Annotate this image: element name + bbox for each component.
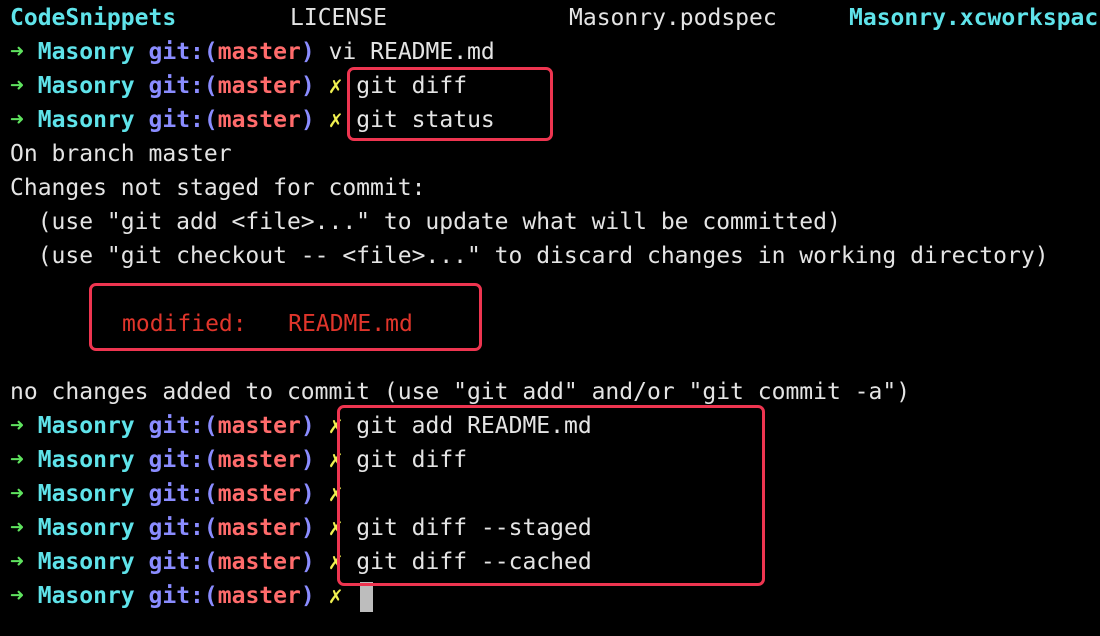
prompt-dir: Masonry: [37, 73, 135, 99]
prompt-branch: master: [217, 447, 301, 473]
prompt-dir: Masonry: [37, 107, 135, 133]
prompt-dir: Masonry: [37, 481, 135, 507]
prompt-arrow-icon: ➜: [10, 107, 24, 133]
prompt-git-label: git:(: [148, 413, 218, 439]
output-line: no changes added to commit (use "git add…: [10, 379, 911, 405]
output-line: On branch master: [10, 141, 232, 167]
prompt-line: ➜ Masonry git:(master) ✗ git diff --cach…: [10, 545, 592, 579]
ls-item-xcworkspace: Masonry.xcworkspac: [849, 5, 1099, 31]
prompt-branch: master: [217, 73, 301, 99]
dirty-indicator-icon: ✗: [328, 549, 343, 575]
prompt-dir: Masonry: [37, 583, 135, 609]
prompt-arrow-icon: ➜: [10, 549, 24, 575]
prompt-git-close: ): [300, 107, 315, 133]
prompt-git-close: ): [300, 73, 315, 99]
ls-output-row: CodeSnippets LICENSE Masonry.podspec Mas…: [0, 1, 1100, 35]
prompt-dir: Masonry: [37, 39, 135, 65]
prompt-git-close: ): [300, 515, 315, 541]
prompt-arrow-icon: ➜: [10, 583, 24, 609]
prompt-git-label: git:(: [148, 107, 218, 133]
prompt-dir: Masonry: [37, 413, 135, 439]
terminal-window[interactable]: CodeSnippets LICENSE Masonry.podspec Mas…: [0, 0, 1100, 636]
command-text: git status: [356, 107, 495, 133]
prompt-branch: master: [217, 515, 301, 541]
command-text: git diff --staged: [356, 515, 592, 541]
prompt-branch: master: [217, 583, 301, 609]
prompt-git-label: git:(: [148, 583, 218, 609]
command-text: git diff: [356, 73, 468, 99]
prompt-branch: master: [217, 549, 301, 575]
ls-item-codesnippets: CodeSnippets: [10, 5, 177, 31]
prompt-arrow-icon: ➜: [10, 515, 24, 541]
prompt-git-label: git:(: [148, 549, 218, 575]
prompt-arrow-icon: ➜: [10, 447, 24, 473]
prompt-line: ➜ Masonry git:(master) ✗ git diff --stag…: [10, 511, 592, 545]
output-line: (use "git add <file>..." to update what …: [10, 209, 841, 235]
prompt-line: ➜ Masonry git:(master) ✗ git status: [10, 103, 495, 137]
prompt-branch: master: [217, 413, 301, 439]
prompt-git-close: ): [300, 413, 315, 439]
prompt-git-label: git:(: [148, 515, 218, 541]
prompt-arrow-icon: ➜: [10, 413, 24, 439]
prompt-line: ➜ Masonry git:(master) ✗ git diff: [10, 69, 467, 103]
prompt-git-close: ): [300, 481, 315, 507]
dirty-indicator-icon: ✗: [328, 107, 343, 133]
command-text: git diff --cached: [356, 549, 592, 575]
command-text: git diff: [356, 447, 468, 473]
ls-item-podspec: Masonry.podspec: [569, 5, 777, 31]
dirty-indicator-icon: ✗: [328, 447, 343, 473]
modified-file-line: modified: README.md: [122, 307, 413, 341]
prompt-line-active[interactable]: ➜ Masonry git:(master) ✗: [10, 579, 374, 613]
prompt-git-label: git:(: [148, 481, 218, 507]
command-text: vi README.md: [328, 39, 495, 65]
prompt-branch: master: [217, 39, 301, 65]
prompt-line: ➜ Masonry git:(master) vi README.md: [10, 35, 495, 69]
prompt-git-close: ): [300, 583, 315, 609]
output-line: Changes not staged for commit:: [10, 175, 426, 201]
modified-label: modified:: [122, 311, 247, 337]
modified-filename: README.md: [288, 311, 413, 337]
prompt-git-close: ): [300, 39, 315, 65]
prompt-line: ➜ Masonry git:(master) ✗ git add README.…: [10, 409, 592, 443]
prompt-dir: Masonry: [37, 515, 135, 541]
prompt-arrow-icon: ➜: [10, 481, 24, 507]
prompt-git-close: ): [300, 549, 315, 575]
prompt-git-label: git:(: [148, 39, 218, 65]
prompt-arrow-icon: ➜: [10, 39, 24, 65]
dirty-indicator-icon: ✗: [328, 413, 343, 439]
prompt-branch: master: [217, 481, 301, 507]
command-text: git add README.md: [356, 413, 592, 439]
output-line: (use "git checkout -- <file>..." to disc…: [10, 243, 1049, 269]
prompt-line: ➜ Masonry git:(master) ✗ git diff: [10, 443, 467, 477]
terminal-cursor[interactable]: [360, 581, 374, 612]
prompt-branch: master: [217, 107, 301, 133]
prompt-git-close: ): [300, 447, 315, 473]
prompt-dir: Masonry: [37, 549, 135, 575]
dirty-indicator-icon: ✗: [328, 515, 343, 541]
prompt-git-label: git:(: [148, 447, 218, 473]
dirty-indicator-icon: ✗: [328, 481, 343, 507]
prompt-git-label: git:(: [148, 73, 218, 99]
ls-item-license: LICENSE: [290, 5, 387, 31]
prompt-line: ➜ Masonry git:(master) ✗: [10, 477, 342, 511]
prompt-dir: Masonry: [37, 447, 135, 473]
dirty-indicator-icon: ✗: [328, 73, 343, 99]
dirty-indicator-icon: ✗: [328, 583, 343, 609]
prompt-arrow-icon: ➜: [10, 73, 24, 99]
